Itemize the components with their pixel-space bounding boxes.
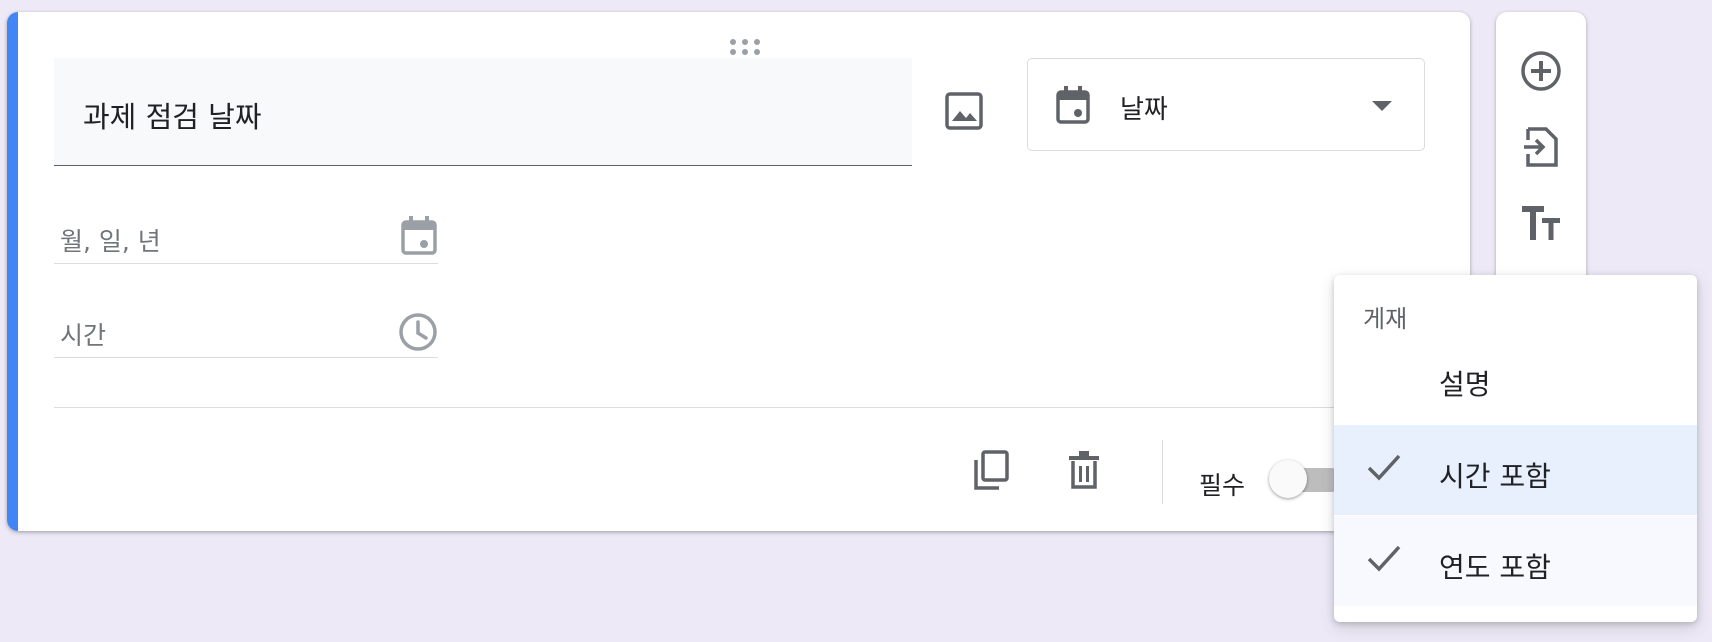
question-type-select[interactable]: 날짜 bbox=[1027, 58, 1425, 151]
menu-header: 게재 bbox=[1363, 305, 1408, 333]
import-questions-button[interactable] bbox=[1518, 126, 1564, 172]
check-icon bbox=[1364, 447, 1404, 491]
check-icon bbox=[1364, 538, 1404, 582]
date-answer-field: 월, 일, 년 bbox=[54, 208, 438, 264]
footer-separator bbox=[1162, 440, 1163, 504]
import-icon bbox=[1522, 126, 1560, 172]
chevron-down-icon bbox=[1372, 101, 1392, 111]
footer-divider bbox=[54, 407, 1434, 408]
drag-handle-icon[interactable] bbox=[725, 36, 765, 58]
copy-icon bbox=[973, 450, 1009, 494]
menu-item-label: 시간 포함 bbox=[1439, 460, 1551, 493]
question-options-menu: 게재 설명 시간 포함 연도 포함 bbox=[1334, 275, 1697, 622]
question-card[interactable]: 과제 점검 날짜 날짜 월, 일, 년 시간 필수 bbox=[7, 12, 1470, 531]
calendar-icon bbox=[1055, 85, 1091, 129]
menu-item-include-time[interactable]: 시간 포함 bbox=[1334, 425, 1697, 515]
duplicate-button[interactable] bbox=[973, 450, 1009, 494]
menu-item-label: 설명 bbox=[1439, 368, 1491, 401]
time-placeholder: 시간 bbox=[60, 321, 107, 350]
question-type-label: 날짜 bbox=[1120, 95, 1168, 125]
add-image-button[interactable] bbox=[939, 88, 989, 138]
menu-item-description[interactable]: 설명 bbox=[1334, 333, 1697, 423]
question-title-input[interactable]: 과제 점검 날짜 bbox=[54, 58, 912, 166]
menu-item-include-year[interactable]: 연도 포함 bbox=[1334, 516, 1697, 606]
question-title-text: 과제 점검 날짜 bbox=[83, 100, 262, 134]
add-question-button[interactable] bbox=[1518, 50, 1564, 96]
image-icon bbox=[944, 91, 984, 135]
title-text-icon bbox=[1520, 204, 1562, 246]
toggle-knob bbox=[1269, 460, 1307, 498]
add-title-button[interactable] bbox=[1518, 202, 1564, 248]
calendar-icon bbox=[400, 214, 438, 260]
active-accent-bar bbox=[7, 12, 18, 531]
trash-icon bbox=[1067, 451, 1101, 494]
menu-item-label: 연도 포함 bbox=[1439, 551, 1551, 584]
side-toolbar bbox=[1496, 12, 1586, 302]
date-placeholder: 월, 일, 년 bbox=[60, 227, 161, 256]
required-label: 필수 bbox=[1199, 471, 1246, 500]
add-circle-icon bbox=[1520, 50, 1562, 96]
time-answer-field: 시간 bbox=[54, 302, 438, 358]
delete-button[interactable] bbox=[1067, 450, 1101, 494]
clock-icon bbox=[398, 312, 438, 356]
